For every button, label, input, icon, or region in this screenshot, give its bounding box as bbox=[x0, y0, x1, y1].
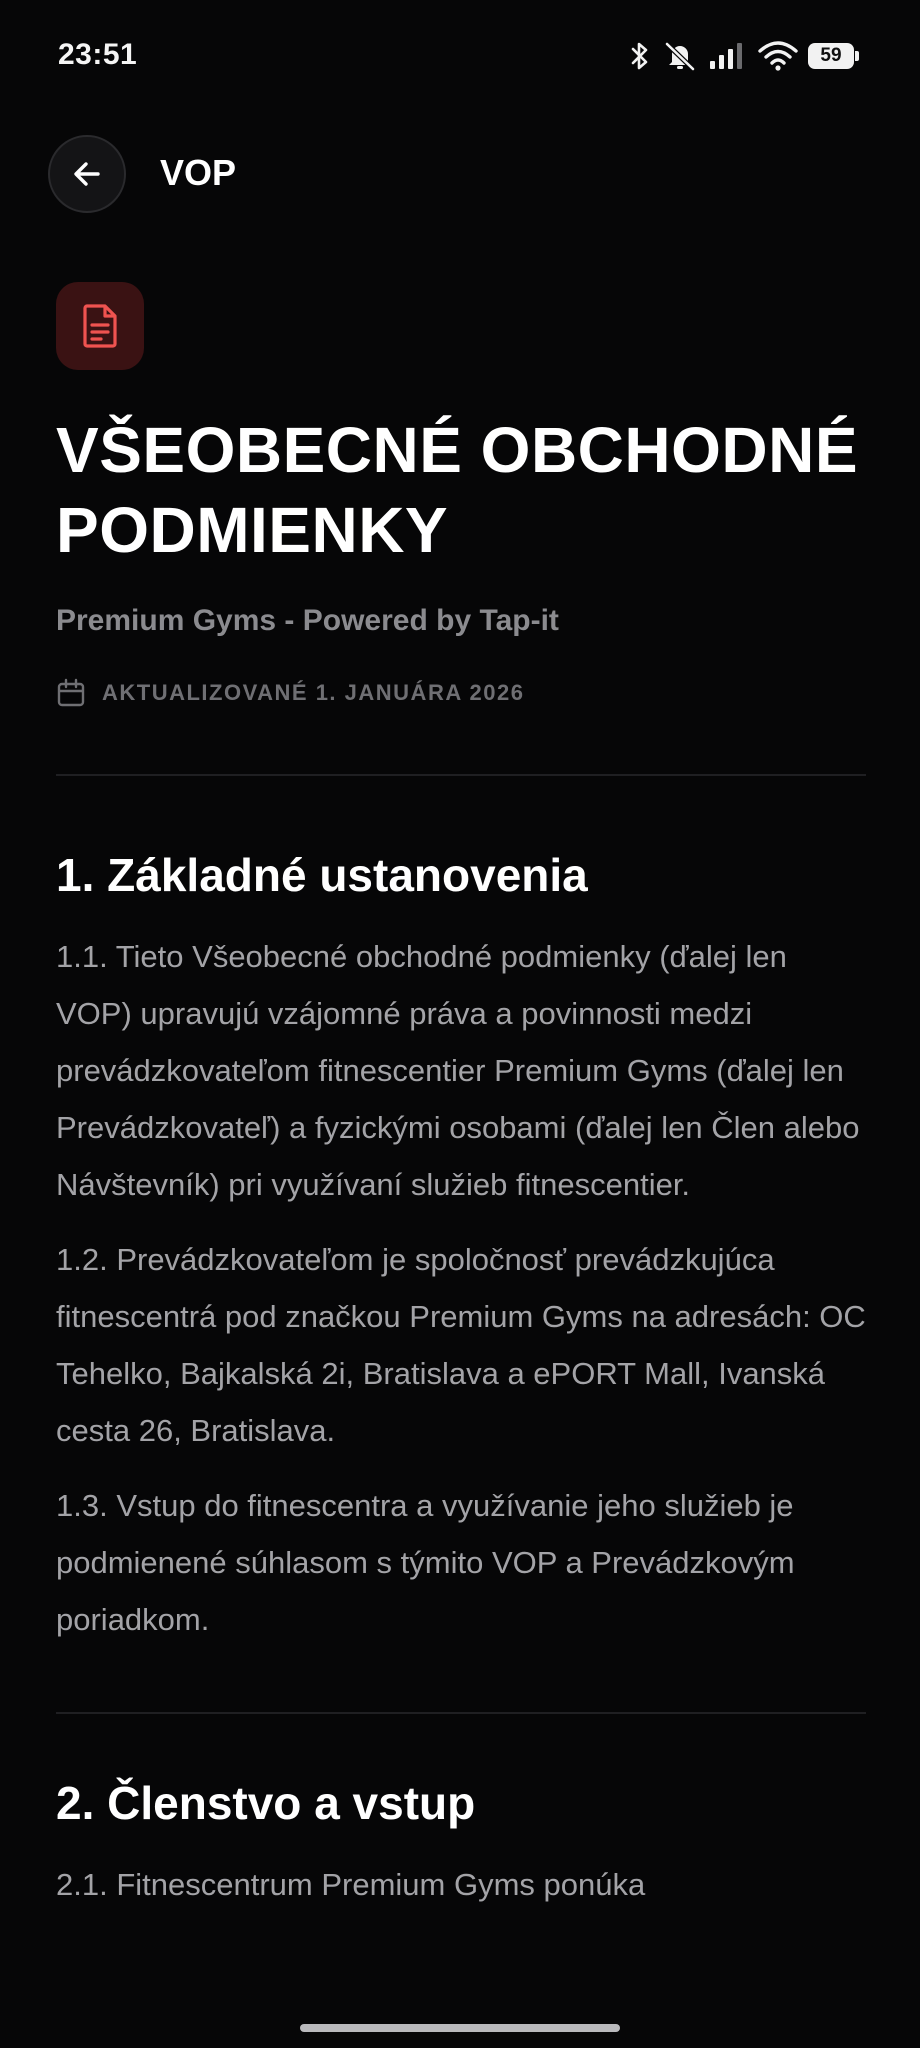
section-paragraph: 1.3. Vstup do fitnescentra a využívanie … bbox=[56, 1488, 795, 1637]
document-content: VŠEOBECNÉ OBCHODNÉ PODMIENKY Premium Gym… bbox=[56, 282, 866, 1913]
section-paragraph: 1.2. Prevádzkovateľom je spoločnosť prev… bbox=[56, 1242, 866, 1448]
bluetooth-icon bbox=[631, 42, 648, 70]
section-paragraph: 1.1. Tieto Všeobecné obchodné podmienky … bbox=[56, 939, 860, 1202]
header-title: VOP bbox=[160, 152, 237, 193]
wifi-icon bbox=[758, 41, 798, 71]
updated-date-row: AKTUALIZOVANÉ 1. JANUÁRA 2026 bbox=[56, 678, 866, 708]
home-indicator[interactable] bbox=[300, 2024, 620, 2032]
status-bar: 23:51 59 bbox=[0, 0, 920, 110]
updated-date: AKTUALIZOVANÉ 1. JANUÁRA 2026 bbox=[102, 680, 525, 705]
status-icons: 59 bbox=[628, 36, 860, 76]
document-icon bbox=[83, 304, 117, 348]
section-paragraph: 2.1. Fitnescentrum Premium Gyms ponúka bbox=[56, 1867, 646, 1902]
signal-icon bbox=[710, 43, 742, 69]
app-header: VOP bbox=[0, 130, 920, 220]
section-2: 2. Členstvo a vstup 2.1. Fitnescentrum P… bbox=[56, 1776, 866, 1913]
battery-icon: 59 bbox=[808, 42, 860, 70]
divider bbox=[56, 1712, 866, 1714]
back-button[interactable] bbox=[48, 135, 126, 213]
mute-icon bbox=[665, 42, 695, 71]
divider bbox=[56, 774, 866, 776]
calendar-icon bbox=[57, 678, 85, 707]
page-subtitle: Premium Gyms - Powered by Tap-it bbox=[56, 604, 559, 637]
arrow-left-icon bbox=[74, 162, 100, 186]
section-1: 1. Základné ustanovenia 1.1. Tieto Všeob… bbox=[56, 848, 866, 1648]
page-title: VŠEOBECNÉ OBCHODNÉ PODMIENKY bbox=[56, 414, 858, 566]
status-time: 23:51 bbox=[58, 38, 138, 71]
section-heading: 2. Členstvo a vstup bbox=[56, 1777, 476, 1829]
battery-level: 59 bbox=[808, 43, 854, 69]
document-badge bbox=[56, 282, 144, 370]
section-heading: 1. Základné ustanovenia bbox=[56, 849, 588, 901]
